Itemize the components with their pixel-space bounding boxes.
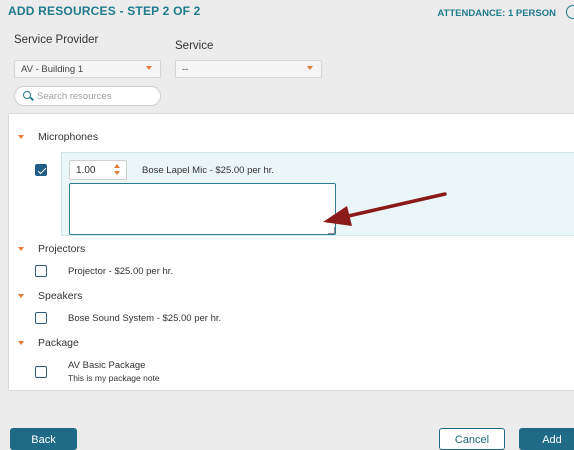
quantity-value: 1.00 (76, 165, 96, 176)
search-box[interactable] (14, 86, 161, 106)
resource-label: Projector - $25.00 per hr. (68, 266, 174, 277)
resource-label: AV Basic Package (68, 360, 146, 371)
resources-panel: Microphones 1.00 Bose Lapel Mic - $25.00… (8, 113, 574, 391)
chevron-down-icon (146, 66, 152, 70)
resize-grip-icon[interactable] (328, 227, 335, 234)
add-button[interactable]: Add (519, 428, 574, 450)
collapse-triangle-icon[interactable] (18, 247, 24, 251)
search-icon (23, 91, 31, 99)
checkbox-bose-lapel-mic[interactable] (35, 164, 47, 176)
collapse-triangle-icon[interactable] (18, 135, 24, 139)
service-value: -- (182, 64, 189, 75)
collapse-triangle-icon[interactable] (18, 341, 24, 345)
attendance-count: ATTENDANCE: 1 PERSON (437, 8, 556, 19)
back-button[interactable]: Back (10, 428, 77, 450)
checkbox-av-basic-package[interactable] (35, 366, 47, 378)
help-icon[interactable] (566, 5, 574, 19)
checkbox-bose-sound-system[interactable] (35, 312, 47, 324)
service-label: Service (175, 40, 214, 52)
resource-sublabel: This is my package note (68, 373, 160, 383)
page-title: ADD RESOURCES - STEP 2 OF 2 (8, 4, 201, 18)
category-projectors[interactable]: Projectors (38, 243, 85, 255)
cancel-button[interactable]: Cancel (439, 428, 505, 450)
category-microphones[interactable]: Microphones (38, 131, 98, 143)
service-provider-select[interactable]: AV - Building 1 (14, 60, 161, 78)
service-provider-label: Service Provider (14, 34, 99, 46)
resource-note-field[interactable] (69, 183, 336, 235)
service-provider-value: AV - Building 1 (21, 64, 84, 75)
service-select[interactable]: -- (175, 60, 322, 78)
search-input[interactable] (35, 89, 155, 103)
spinner-down-icon[interactable] (114, 171, 120, 175)
checkbox-projector[interactable] (35, 265, 47, 277)
resource-label: Bose Lapel Mic - $25.00 per hr. (142, 165, 275, 176)
chevron-down-icon (307, 66, 313, 70)
category-speakers[interactable]: Speakers (38, 290, 82, 302)
quantity-stepper[interactable]: 1.00 (69, 160, 127, 180)
resource-label: Bose Sound System - $25.00 per hr. (68, 313, 222, 324)
collapse-triangle-icon[interactable] (18, 294, 24, 298)
selected-resource-row: 1.00 Bose Lapel Mic - $25.00 per hr. (61, 152, 574, 236)
spinner-up-icon[interactable] (114, 164, 120, 168)
category-package[interactable]: Package (38, 337, 79, 349)
